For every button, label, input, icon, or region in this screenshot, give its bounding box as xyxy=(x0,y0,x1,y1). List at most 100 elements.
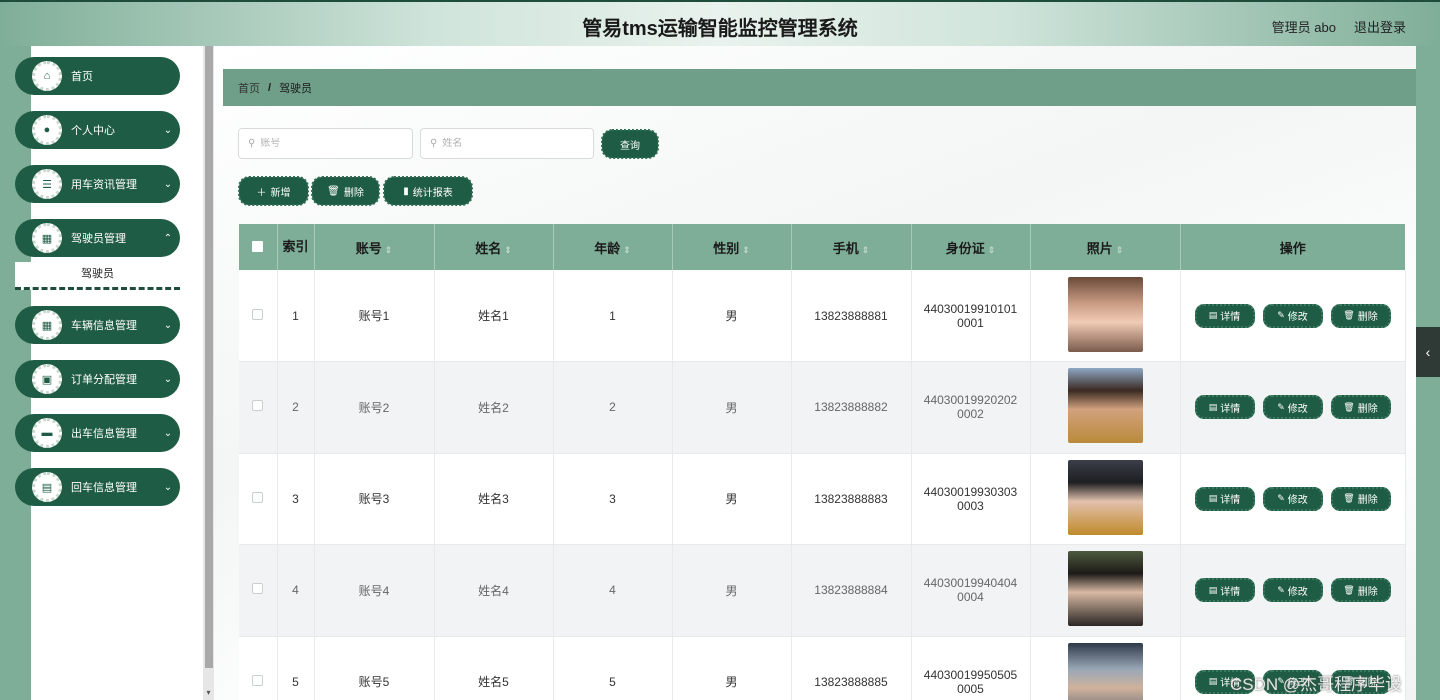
sidebar-scrollbar-thumb[interactable] xyxy=(205,46,213,668)
gender-cell: 男 xyxy=(672,361,792,454)
driver-photo[interactable] xyxy=(1067,642,1143,700)
clipboard-icon: ▤ xyxy=(32,472,62,502)
statistics-report-button[interactable]: ▮ 统计报表 xyxy=(383,176,473,206)
id-card-line1: 44030019930303 xyxy=(923,484,1018,499)
batch-delete-button[interactable]: 🗑 删除 xyxy=(311,176,380,206)
breadcrumb-home[interactable]: 首页 xyxy=(238,80,260,96)
pencil-icon: ✎ xyxy=(1277,401,1285,412)
logout-link[interactable]: 退出登录 xyxy=(1354,17,1406,36)
sidebar-subitem-driver[interactable]: 驾驶员 xyxy=(15,262,180,290)
delete-button[interactable]: 🗑 删除 xyxy=(1330,578,1391,603)
sort-icon[interactable]: ⇕ xyxy=(504,245,512,255)
name-cell: 姓名4 xyxy=(434,544,554,637)
detail-button[interactable]: ▤ 详情 xyxy=(1194,395,1255,420)
account-search-field[interactable]: ⚲ xyxy=(238,128,413,159)
sort-icon[interactable]: ⇕ xyxy=(988,245,996,255)
sidebar-item-vehicle-info[interactable]: ▦ 车辆信息管理 ⌄ xyxy=(15,306,180,344)
chevron-down-icon: ⌄ xyxy=(163,124,173,136)
sidebar-item-driver-management[interactable]: ▦ 驾驶员管理 ⌃ xyxy=(15,219,180,257)
row-checkbox[interactable] xyxy=(252,583,264,595)
row-checkbox[interactable] xyxy=(252,308,264,320)
driver-photo[interactable] xyxy=(1067,368,1143,444)
row-select-cell[interactable] xyxy=(239,361,278,454)
sidebar-item-label: 用车资讯管理 xyxy=(71,179,137,191)
age-header[interactable]: 年龄 ⇕ xyxy=(553,224,673,270)
phone-cell: 13823888884 xyxy=(791,544,912,637)
select-all-checkbox[interactable] xyxy=(252,240,264,252)
row-checkbox[interactable] xyxy=(252,400,264,412)
top-header: 管易tms运输智能监控管理系统 管理员 abo 退出登录 xyxy=(0,0,1440,46)
photo-header[interactable]: 照片 ⇕ xyxy=(1030,224,1181,270)
name-search-input[interactable] xyxy=(442,138,583,149)
row-checkbox[interactable] xyxy=(252,674,264,686)
chevron-down-icon: ⌄ xyxy=(163,481,173,493)
query-button-label: 查询 xyxy=(620,140,640,152)
sort-icon[interactable]: ⇕ xyxy=(862,245,870,255)
plus-icon: ＋ xyxy=(256,187,267,199)
sort-icon[interactable]: ⇕ xyxy=(623,245,631,255)
document-icon: ▤ xyxy=(1208,676,1218,687)
sidebar-item-home[interactable]: ⌂ 首页 xyxy=(15,57,180,95)
row-checkbox[interactable] xyxy=(252,491,264,503)
photo-cell xyxy=(1030,361,1181,454)
edit-label: 修改 xyxy=(1287,586,1308,598)
sort-icon[interactable]: ⇕ xyxy=(742,245,750,255)
table-row: 4 账号4 姓名4 4 男 13823888884 44030019940404… xyxy=(239,544,1406,637)
delete-button[interactable]: 🗑 删除 xyxy=(1330,395,1391,420)
driver-photo[interactable] xyxy=(1067,459,1143,535)
grid-icon: ▦ xyxy=(32,223,62,253)
pencil-icon: ✎ xyxy=(1277,584,1285,595)
id-card-header[interactable]: 身份证 ⇕ xyxy=(911,224,1031,270)
age-cell: 1 xyxy=(553,270,673,362)
sort-icon[interactable]: ⇕ xyxy=(1116,245,1124,255)
edit-button[interactable]: ✎ 修改 xyxy=(1262,395,1323,420)
id-card-line1: 44030019920202 xyxy=(923,393,1018,408)
account-header[interactable]: 账号 ⇕ xyxy=(314,224,435,270)
gender-header[interactable]: 性别 ⇕ xyxy=(672,224,792,270)
sidebar-item-label: 回车信息管理 xyxy=(71,482,137,494)
actions-cell: ▤ 详情 ✎ 修改 🗑 删除 xyxy=(1180,544,1406,637)
query-button[interactable]: 查询 xyxy=(601,129,659,159)
age-cell: 3 xyxy=(553,453,673,545)
collapse-panel-tab[interactable]: ‹ xyxy=(1416,327,1440,377)
photo-cell xyxy=(1030,453,1181,545)
edit-button[interactable]: ✎ 修改 xyxy=(1262,303,1323,328)
id-card-cell: 44030019930303 0003 xyxy=(911,453,1031,545)
gender-cell: 男 xyxy=(672,636,792,700)
add-button[interactable]: ＋ 新增 xyxy=(238,176,309,206)
row-select-cell[interactable] xyxy=(239,636,278,700)
document-icon: ▤ xyxy=(1208,401,1218,412)
detail-button[interactable]: ▤ 详情 xyxy=(1194,486,1255,511)
delete-button[interactable]: 🗑 删除 xyxy=(1330,486,1391,511)
scroll-down-arrow-icon[interactable]: ▾ xyxy=(203,688,214,700)
name-search-field[interactable]: ⚲ xyxy=(420,128,594,159)
account-search-input[interactable] xyxy=(260,138,401,149)
index-cell: 1 xyxy=(277,270,315,362)
delete-button[interactable]: 🗑 删除 xyxy=(1330,303,1391,328)
row-select-cell[interactable] xyxy=(239,544,278,637)
sidebar-item-return-info[interactable]: ▤ 回车信息管理 ⌄ xyxy=(15,468,180,506)
name-header[interactable]: 姓名 ⇕ xyxy=(434,224,554,270)
account-cell: 账号2 xyxy=(314,361,435,454)
edit-button[interactable]: ✎ 修改 xyxy=(1262,578,1323,603)
row-select-cell[interactable] xyxy=(239,453,278,545)
sidebar-item-departure-info[interactable]: ▬ 出车信息管理 ⌄ xyxy=(15,414,180,452)
driver-photo[interactable] xyxy=(1067,276,1143,352)
sidebar-item-vehicle-news[interactable]: ☰ 用车资讯管理 ⌄ xyxy=(15,165,180,203)
id-card-header-label: 身份证 xyxy=(945,240,985,256)
account-cell: 账号4 xyxy=(314,544,435,637)
detail-button[interactable]: ▤ 详情 xyxy=(1194,303,1255,328)
gender-cell: 男 xyxy=(672,270,792,362)
phone-header[interactable]: 手机 ⇕ xyxy=(791,224,912,270)
row-select-cell[interactable] xyxy=(239,270,278,362)
detail-button[interactable]: ▤ 详情 xyxy=(1194,578,1255,603)
sidebar-item-personal-center[interactable]: ● 个人中心 ⌄ xyxy=(15,111,180,149)
sort-icon[interactable]: ⇕ xyxy=(385,245,393,255)
index-cell: 5 xyxy=(277,636,315,700)
sidebar-item-order-assignment[interactable]: ▣ 订单分配管理 ⌄ xyxy=(15,360,180,398)
edit-button[interactable]: ✎ 修改 xyxy=(1262,486,1323,511)
account-cell: 账号3 xyxy=(314,453,435,545)
current-user[interactable]: 管理员 abo xyxy=(1272,17,1336,36)
select-all-cell[interactable] xyxy=(239,224,278,270)
driver-photo[interactable] xyxy=(1067,551,1143,627)
